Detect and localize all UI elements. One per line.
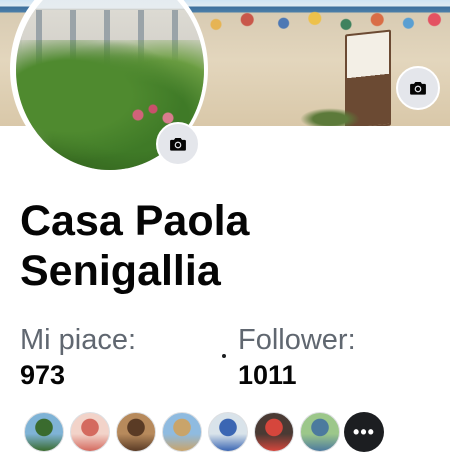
more-horizontal-icon: ••• [353,421,375,442]
friend-avatar-6[interactable] [254,412,294,452]
likes-label: Mi piace: [20,324,137,356]
followers-stat[interactable]: Follower: 1011 [238,322,356,392]
stats-separator-dot [222,354,226,358]
followers-label: Follower: [238,324,356,356]
likes-count: 973 [20,360,66,390]
friend-avatar-3[interactable] [116,412,156,452]
likes-stat[interactable]: Mi piace: 973 [20,322,136,392]
followers-count: 1011 [238,360,297,390]
more-friends-button[interactable]: ••• [344,412,384,452]
beach-umbrellas [190,10,450,34]
friend-avatar-1[interactable] [24,412,64,452]
friend-avatar-2[interactable] [70,412,110,452]
camera-icon [410,82,426,95]
edit-cover-photo-button[interactable] [396,66,440,110]
friend-avatar-5[interactable] [208,412,248,452]
shrub [300,108,360,126]
friend-avatar-4[interactable] [162,412,202,452]
page-title: Casa Paola Senigallia [20,197,250,295]
camera-icon [170,138,186,151]
friend-avatar-7[interactable] [300,412,340,452]
edit-profile-picture-button[interactable] [156,122,200,166]
